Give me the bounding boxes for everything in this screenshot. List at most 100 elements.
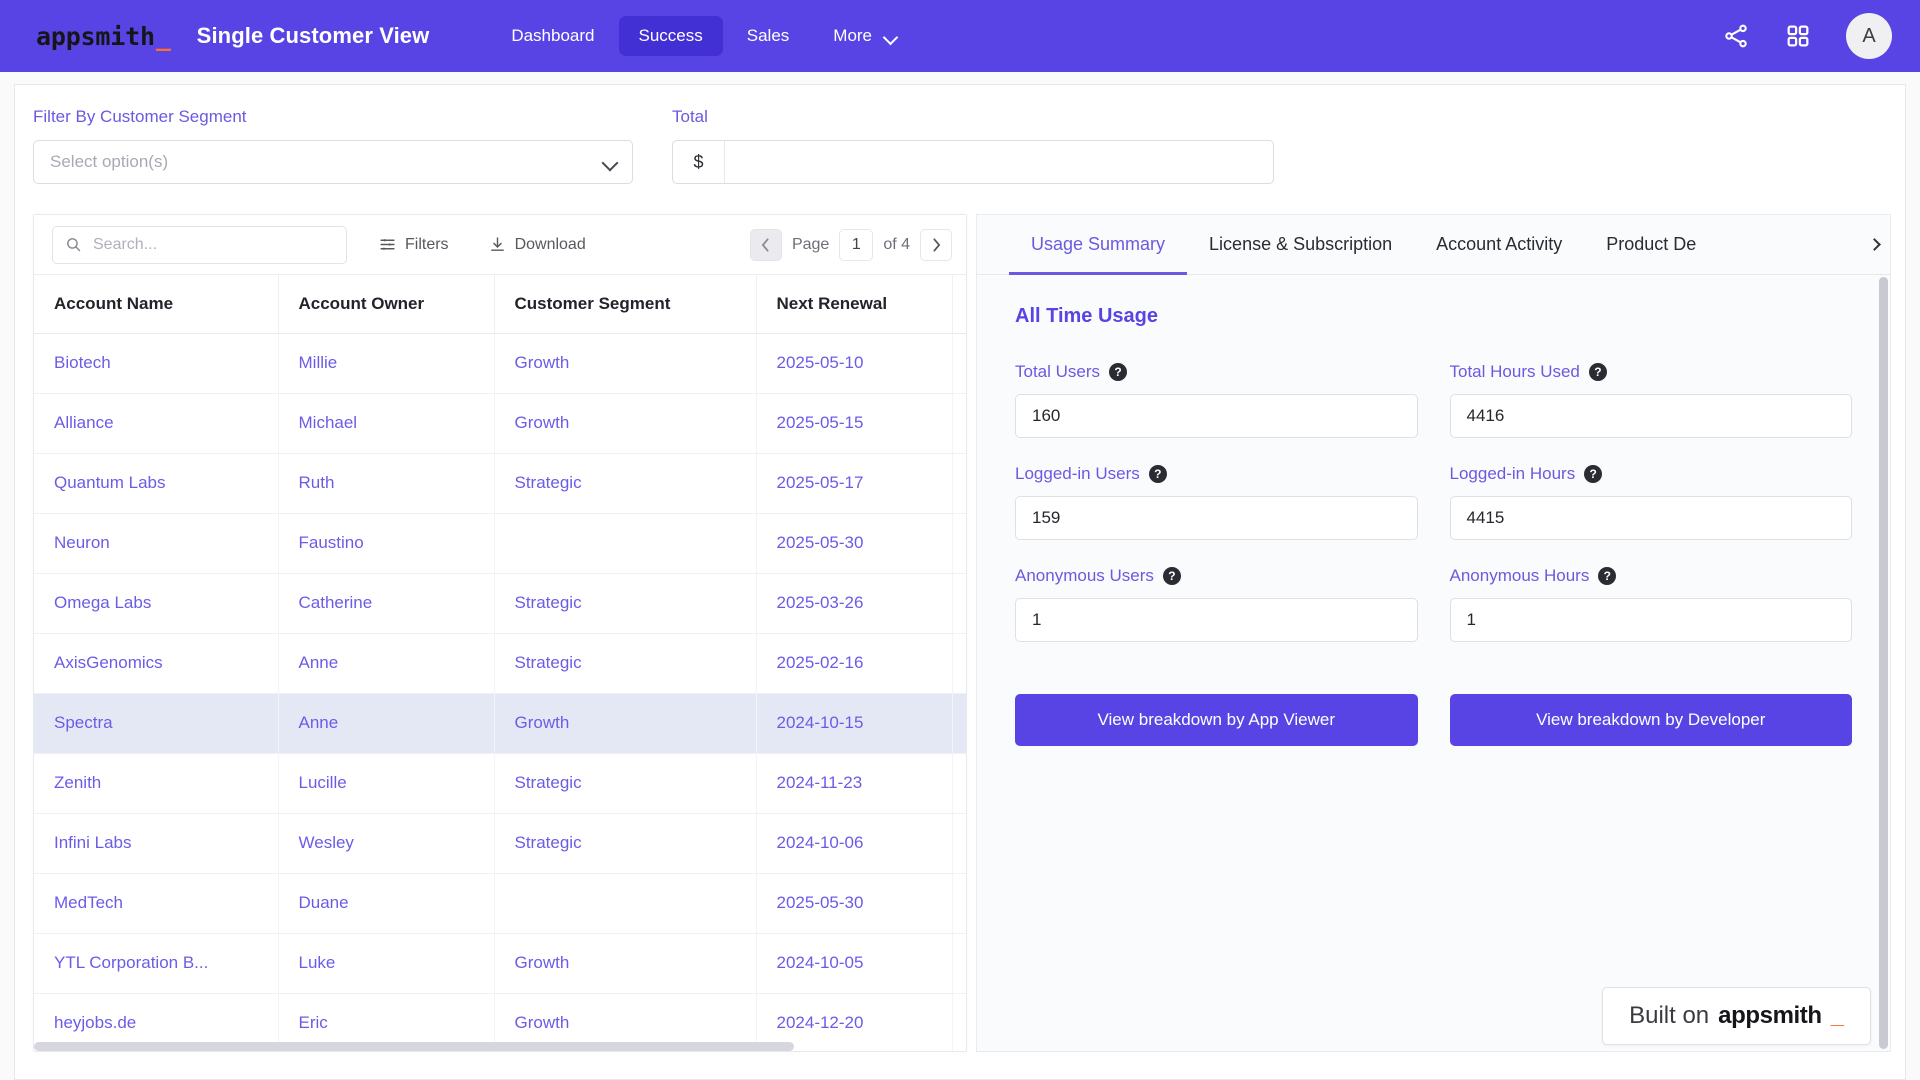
help-icon[interactable]: ?: [1109, 363, 1127, 381]
table-cell: Anne: [278, 693, 494, 753]
field-total-users: Total Users ? 160: [1015, 362, 1418, 438]
table-row[interactable]: YTL Corporation B...LukeGrowth2024-10-05…: [34, 933, 966, 993]
table-toolbar: Search... Filters: [34, 215, 966, 275]
field-label: Anonymous Users ?: [1015, 566, 1418, 586]
app-canvas: Filter By Customer Segment Select option…: [14, 84, 1906, 1080]
table-cell: [494, 513, 756, 573]
table-row[interactable]: Omega LabsCatherineStrategic2025-03-26$: [34, 573, 966, 633]
download-icon: [489, 236, 506, 253]
table-row[interactable]: Quantum LabsRuthStrategic2025-05-17$: [34, 453, 966, 513]
built-on-appsmith-badge[interactable]: Built on appsmith_: [1602, 987, 1871, 1045]
table-cell: Anne: [278, 633, 494, 693]
segment-select-placeholder: Select option(s): [50, 152, 602, 172]
help-icon[interactable]: ?: [1149, 465, 1167, 483]
nav-item-dashboard[interactable]: Dashboard: [491, 16, 614, 56]
table-cell: $: [952, 933, 966, 993]
table-cell: $: [952, 393, 966, 453]
search-placeholder: Search...: [93, 236, 157, 254]
logged-in-hours-input[interactable]: 4415: [1450, 496, 1853, 540]
tab-product-details[interactable]: Product De: [1584, 216, 1718, 275]
anonymous-hours-input[interactable]: 1: [1450, 598, 1853, 642]
tabs-scroll-right-button[interactable]: [1864, 215, 1890, 274]
nav-item-more-label: More: [833, 26, 872, 46]
field-label-text: Logged-in Users: [1015, 464, 1140, 484]
field-label-text: Logged-in Hours: [1450, 464, 1576, 484]
table-cell: $: [952, 693, 966, 753]
main-nav: Dashboard Success Sales More: [491, 16, 911, 56]
section-title: All Time Usage: [1015, 305, 1852, 328]
appsmith-logo[interactable]: appsmith_: [36, 22, 171, 51]
logged-in-users-input[interactable]: 159: [1015, 496, 1418, 540]
table-cell: $: [952, 633, 966, 693]
table-cell: 2024-10-15: [756, 693, 952, 753]
table-cell: Michael: [278, 393, 494, 453]
table-row[interactable]: Infini LabsWesleyStrategic2024-10-06$: [34, 813, 966, 873]
share-icon[interactable]: [1722, 22, 1750, 50]
prev-page-button[interactable]: [750, 229, 782, 261]
download-button[interactable]: Download: [481, 230, 594, 260]
tab-account-activity[interactable]: Account Activity: [1414, 216, 1584, 275]
tab-license-subscription[interactable]: License & Subscription: [1187, 216, 1414, 275]
table-cell: $: [952, 813, 966, 873]
table-cell: Alliance: [34, 393, 278, 453]
field-label-text: Total Hours Used: [1450, 362, 1580, 382]
help-icon[interactable]: ?: [1584, 465, 1602, 483]
scrollbar-thumb[interactable]: [34, 1042, 794, 1051]
table-cell: Strategic: [494, 813, 756, 873]
view-breakdown-developer-button[interactable]: View breakdown by Developer: [1450, 694, 1853, 746]
nav-item-sales[interactable]: Sales: [727, 16, 810, 56]
table-cell: Strategic: [494, 633, 756, 693]
scrollbar-thumb[interactable]: [1879, 277, 1888, 1049]
apps-grid-icon[interactable]: [1784, 22, 1812, 50]
help-icon[interactable]: ?: [1589, 363, 1607, 381]
logo-text: appsmith: [36, 22, 155, 51]
total-input[interactable]: $: [672, 140, 1274, 184]
accounts-table[interactable]: Account Name Account Owner Customer Segm…: [34, 275, 966, 1051]
table-row[interactable]: MedTechDuane2025-05-30$: [34, 873, 966, 933]
table-header-row: Account Name Account Owner Customer Segm…: [34, 275, 966, 333]
table-cell: Strategic: [494, 573, 756, 633]
next-page-button[interactable]: [920, 229, 952, 261]
content-split: Search... Filters: [15, 214, 1905, 1052]
filters-button-label: Filters: [405, 236, 449, 254]
page-number-input[interactable]: 1: [839, 229, 873, 261]
table-row[interactable]: NeuronFaustino2025-05-30$: [34, 513, 966, 573]
table-cell: Wesley: [278, 813, 494, 873]
anonymous-users-input[interactable]: 1: [1015, 598, 1418, 642]
total-users-input[interactable]: 160: [1015, 394, 1418, 438]
total-input-value[interactable]: [725, 141, 1273, 183]
table-cell: Ruth: [278, 453, 494, 513]
help-icon[interactable]: ?: [1163, 567, 1181, 585]
column-header-account-owner[interactable]: Account Owner: [278, 275, 494, 333]
table-row[interactable]: ZenithLucilleStrategic2024-11-23$: [34, 753, 966, 813]
total-hours-used-input[interactable]: 4416: [1450, 394, 1853, 438]
view-breakdown-app-viewer-button[interactable]: View breakdown by App Viewer: [1015, 694, 1418, 746]
nav-item-success[interactable]: Success: [619, 16, 723, 56]
table-cell: 2025-03-26: [756, 573, 952, 633]
download-button-label: Download: [515, 236, 586, 254]
total-filter-group: Total $: [672, 107, 1274, 184]
column-header-next-renewal[interactable]: Next Renewal: [756, 275, 952, 333]
table-body: BiotechMillieGrowth2025-05-10$AllianceMi…: [34, 333, 966, 1051]
column-header-customer-segment[interactable]: Customer Segment: [494, 275, 756, 333]
search-input[interactable]: Search...: [52, 226, 347, 264]
table-row[interactable]: SpectraAnneGrowth2024-10-15$: [34, 693, 966, 753]
table-cell: YTL Corporation B...: [34, 933, 278, 993]
chevron-left-icon: [761, 238, 770, 252]
segment-select[interactable]: Select option(s): [33, 140, 633, 184]
help-icon[interactable]: ?: [1598, 567, 1616, 585]
table-row[interactable]: AxisGenomicsAnneStrategic2025-02-16$: [34, 633, 966, 693]
filters-button[interactable]: Filters: [371, 230, 457, 260]
table-row[interactable]: BiotechMillieGrowth2025-05-10$: [34, 333, 966, 393]
table-cell: Growth: [494, 693, 756, 753]
account-detail-panel: Usage Summary License & Subscription Acc…: [976, 214, 1891, 1052]
panel-vertical-scrollbar[interactable]: [1879, 277, 1888, 1049]
column-header-account-name[interactable]: Account Name: [34, 275, 278, 333]
nav-item-more[interactable]: More: [813, 16, 911, 56]
column-header-amount[interactable]: A: [952, 275, 966, 333]
tab-usage-summary[interactable]: Usage Summary: [1009, 216, 1187, 275]
avatar[interactable]: A: [1846, 13, 1892, 59]
table-cell: 2025-02-16: [756, 633, 952, 693]
table-horizontal-scrollbar[interactable]: [34, 1042, 966, 1051]
table-row[interactable]: AllianceMichaelGrowth2025-05-15$: [34, 393, 966, 453]
